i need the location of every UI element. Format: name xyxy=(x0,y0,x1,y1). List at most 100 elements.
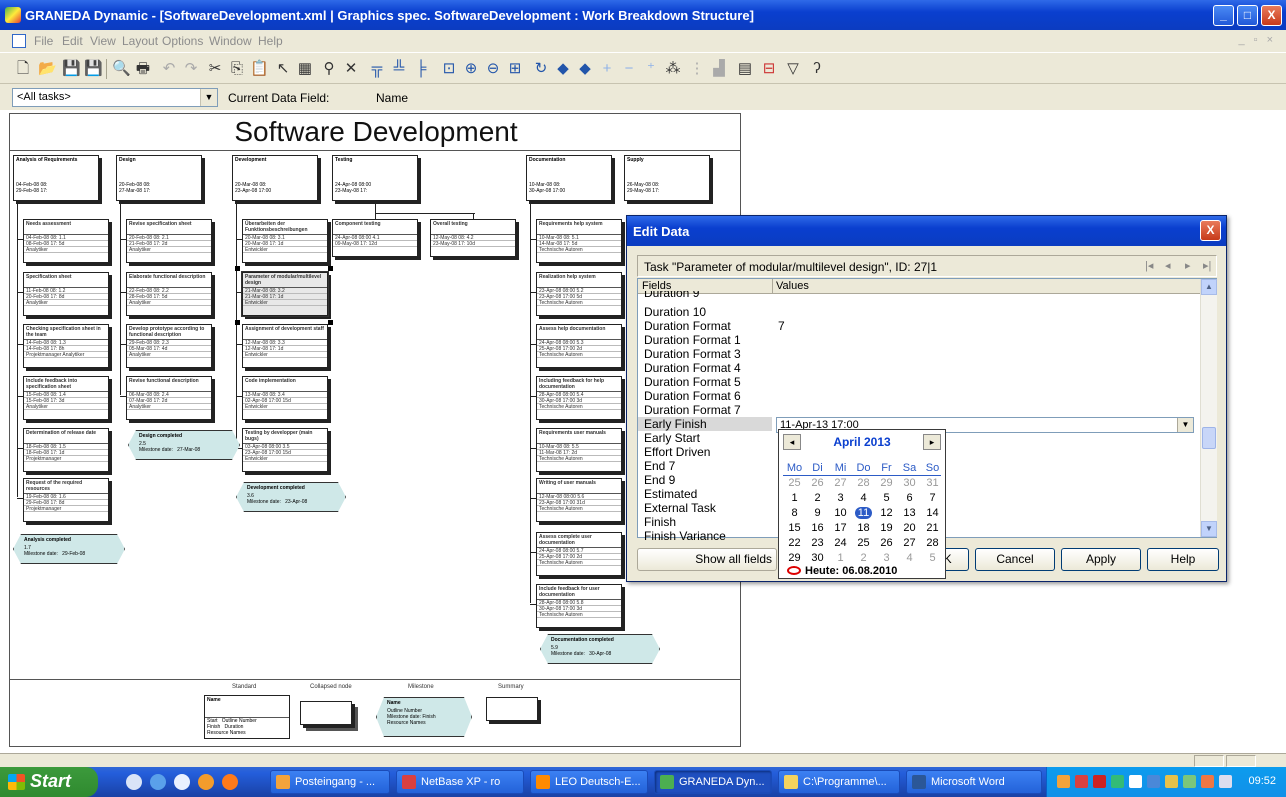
redo-icon[interactable]: ↷ xyxy=(182,60,200,78)
summary-node[interactable]: Design 20-Feb-08 08: 27-Mar-08 17: xyxy=(116,155,202,201)
scroll-down-icon[interactable]: ▼ xyxy=(1201,521,1217,537)
print-icon[interactable]: 🖶 xyxy=(134,60,152,78)
task-node[interactable]: Develop prototype according to functiona… xyxy=(126,324,212,368)
calendar-day[interactable]: 29 xyxy=(783,552,806,564)
calendar-day[interactable]: 14 xyxy=(921,507,944,519)
calendar-day[interactable]: 9 xyxy=(806,507,829,519)
field-name[interactable]: Duration 9 xyxy=(644,291,774,299)
nav-last-icon[interactable]: ▸| xyxy=(1203,259,1211,272)
prev-month-button[interactable]: ◂ xyxy=(783,434,801,450)
move-left-icon[interactable]: ◆ xyxy=(554,60,572,78)
undo-icon[interactable]: ↶ xyxy=(160,60,178,78)
summary-node[interactable]: Analysis of Requirements 04-Feb-08 08: 29-… xyxy=(13,155,99,201)
collapse-icon[interactable]: − xyxy=(620,60,638,78)
values-column-header[interactable]: Values xyxy=(776,280,809,292)
field-name[interactable]: End 9 xyxy=(644,473,774,487)
calendar-day[interactable]: 5 xyxy=(875,492,898,504)
calendar-day[interactable]: 22 xyxy=(783,537,806,549)
close-button[interactable]: X xyxy=(1261,5,1282,26)
calendar-day[interactable]: 20 xyxy=(898,522,921,534)
save-icon[interactable]: 💾 xyxy=(62,60,81,78)
menu-help[interactable]: Help xyxy=(258,34,283,48)
calendar-day[interactable]: 26 xyxy=(806,477,829,489)
field-name[interactable]: Duration Format 6 xyxy=(644,389,774,403)
field-name[interactable]: Finish Variance xyxy=(644,529,774,543)
calendar-day[interactable]: 12 xyxy=(875,507,898,519)
field-name[interactable]: External Task xyxy=(644,501,774,515)
field-name[interactable]: Estimated xyxy=(644,487,774,501)
menu-edit[interactable]: Edit xyxy=(62,34,83,48)
field-name[interactable]: Duration Format 3 xyxy=(644,347,774,361)
chevron-down-icon[interactable]: ▼ xyxy=(1177,418,1193,432)
task-node[interactable]: Assess help documentation 24-Apr-08 08:00… xyxy=(536,324,622,368)
task-node[interactable]: Testing by developper (main bugs) 03-Apr-… xyxy=(242,428,328,472)
task-node[interactable]: Writing of user manuals 12-Mar-08 08:00 5… xyxy=(536,478,622,522)
nav-first-icon[interactable]: |◂ xyxy=(1145,259,1153,272)
apply-button[interactable]: Apply xyxy=(1061,548,1141,571)
document-icon[interactable] xyxy=(12,34,26,48)
browser-icon[interactable] xyxy=(174,774,190,790)
delete-icon[interactable]: ✕ xyxy=(342,60,360,78)
nav-prev-icon[interactable]: ◂ xyxy=(1165,259,1171,272)
task-node[interactable]: Realization help system 23-Apr-08 08:00 5… xyxy=(536,272,622,316)
summary-node[interactable]: Development 20-Mar-08 08: 23-Apr-08 17:00 xyxy=(232,155,318,201)
print-preview-icon[interactable]: 🔍 xyxy=(112,60,131,78)
task-node[interactable]: Include feedback into specification shee… xyxy=(23,376,109,420)
calendar-day[interactable]: 31 xyxy=(921,477,944,489)
layout-side-icon[interactable]: ╞ xyxy=(412,60,430,78)
date-picker-calendar[interactable]: ◂ April 2013 ▸ Mo Di Mi Do Fr Sa So 25 26 27 28 29… xyxy=(778,429,946,579)
field-value[interactable]: 7 xyxy=(778,319,785,333)
chart-icon[interactable]: ▟ xyxy=(710,60,728,78)
calendar-day[interactable]: 3 xyxy=(829,492,852,504)
task-node[interactable]: Überarbeiten der Funktionsbeschreibungen… xyxy=(242,219,328,263)
nav-next-icon[interactable]: ▸ xyxy=(1185,259,1191,272)
calendar-day[interactable]: 27 xyxy=(898,537,921,549)
task-node[interactable]: Revise specification sheet 20-Feb-08 08: … xyxy=(126,219,212,263)
open-folder-icon[interactable]: 📂 xyxy=(38,60,57,78)
tray-icon[interactable] xyxy=(1093,775,1106,788)
field-name[interactable]: Effort Driven xyxy=(644,445,774,459)
outlook-icon[interactable] xyxy=(198,774,214,790)
field-name[interactable]: Duration Format xyxy=(644,319,774,333)
task-node[interactable]: Needs assessment 04-Feb-08 08: 1.1 08-Feb-… xyxy=(23,219,109,263)
calendar-day[interactable]: 25 xyxy=(852,537,875,549)
properties-icon[interactable]: ▤ xyxy=(736,60,754,78)
calendar-day[interactable]: 30 xyxy=(898,477,921,489)
layout-top-icon[interactable]: ╦ xyxy=(368,60,386,78)
field-name[interactable]: Duration Format 7 xyxy=(644,403,774,417)
new-file-icon[interactable]: 🗋 xyxy=(14,60,32,78)
taskbar-item[interactable]: NetBase XP - ro xyxy=(396,770,524,794)
task-node[interactable]: Overall testing 12-May-08 08: 4.2 23-May-0… xyxy=(430,219,516,257)
help-icon[interactable]: ʔ xyxy=(808,60,826,78)
paste-icon[interactable]: 📋 xyxy=(250,60,269,78)
outline-icon[interactable]: ⋮ xyxy=(688,60,706,78)
menu-layout[interactable]: Layout xyxy=(122,34,158,48)
calendar-day[interactable]: 29 xyxy=(875,477,898,489)
cut-icon[interactable]: ✂ xyxy=(206,60,224,78)
field-name[interactable]: End 7 xyxy=(644,459,774,473)
calendar-day[interactable]: 23 xyxy=(806,537,829,549)
calendar-day[interactable]: 8 xyxy=(783,507,806,519)
taskbar-item[interactable]: Posteingang - ... xyxy=(270,770,390,794)
calendar-day[interactable]: 16 xyxy=(806,522,829,534)
task-node[interactable]: Requirements user manuals 10-Mar-08 08: 5… xyxy=(536,428,622,472)
tray-icon[interactable] xyxy=(1075,775,1088,788)
calendar-day[interactable]: 19 xyxy=(875,522,898,534)
calendar-day[interactable]: 28 xyxy=(852,477,875,489)
calendar-day[interactable]: 30 xyxy=(806,552,829,564)
summary-node[interactable]: Documentation 10-Mar-08 08: 30-Apr-08 17:0… xyxy=(526,155,612,201)
zoom-in-icon[interactable]: ⊕ xyxy=(462,60,480,78)
save-all-icon[interactable]: 💾 xyxy=(84,60,103,78)
summary-node[interactable]: Testing 24-Apr-08 08:00 23-May-08 17: xyxy=(332,155,418,201)
task-node[interactable]: Including feedback for help documentatio… xyxy=(536,376,622,420)
task-node[interactable]: Determination of release date 18-Feb-08 0… xyxy=(23,428,109,472)
refresh-icon[interactable]: ↻ xyxy=(532,60,550,78)
field-name[interactable]: Early Start xyxy=(644,431,774,445)
layout-tree-icon[interactable]: ╩ xyxy=(390,60,408,78)
edit-data-icon[interactable]: ▦ xyxy=(296,60,314,78)
mdi-window-controls[interactable]: _ ▫ × xyxy=(1238,34,1276,46)
task-node[interactable]: Assignment of development staff 12-Mar-08… xyxy=(242,324,328,368)
show-all-fields-button[interactable]: Show all fields xyxy=(637,548,777,571)
calendar-day[interactable]: 6 xyxy=(898,492,921,504)
expand-all-icon[interactable]: ⁺ xyxy=(642,60,660,78)
